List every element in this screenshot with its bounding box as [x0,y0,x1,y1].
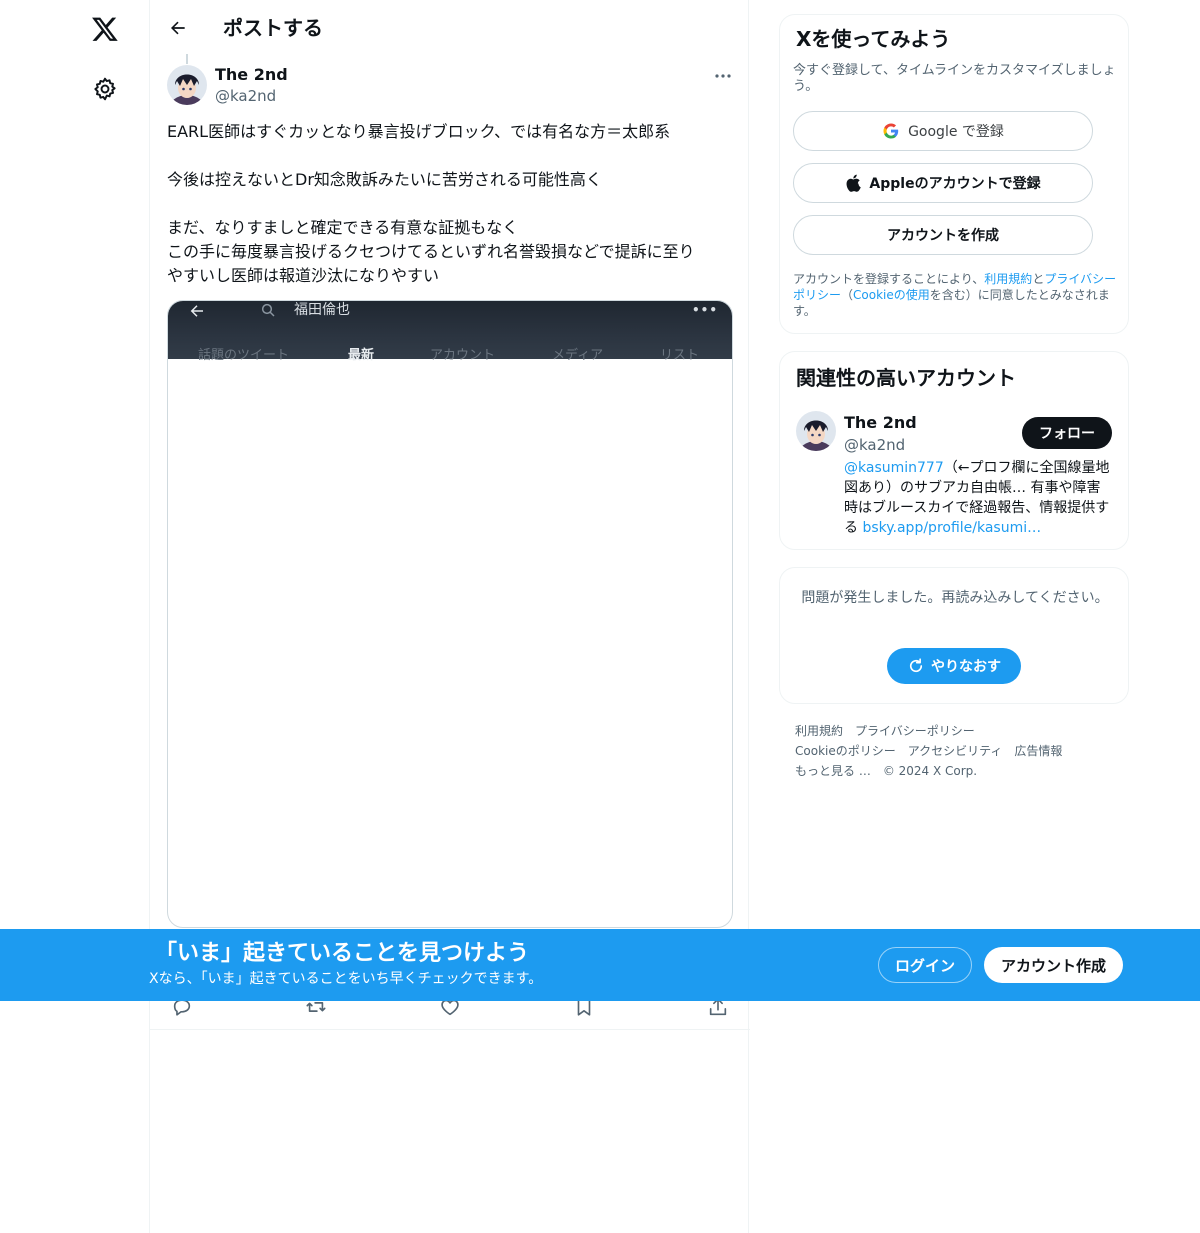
media-tabs: 話題のツイート 最新 アカウント メディア リスト [168,347,732,361]
related-accounts-card: 関連性の高いアカウント The 2nd @ka2nd フォロー @kasumin… [779,351,1129,550]
settings-gear-icon[interactable] [92,76,118,102]
media-tab: アカウント [430,348,496,361]
signup-title: Xを使ってみよう [796,27,951,51]
login-button[interactable]: ログイン [878,947,972,983]
bio-bsky-link[interactable]: bsky.app/profile/kasumi… [862,520,1041,536]
banner-subtitle: Xなら、「いま」起きていることをいち早くチェックできます。 [149,971,543,987]
terms-paren: （ [841,288,854,302]
x-logo-icon[interactable] [88,12,122,46]
media-tab-active: 最新 [348,348,375,361]
related-account-bio: @kasumin777（←プロフ欄に全国線量地図あり）のサブアカ自由帳… 有事や… [844,458,1114,538]
post-media-image[interactable]: 福田倫也 ••• 話題のツイート 最新 アカウント メディア リスト [167,300,733,928]
post-line: 今後は控えないとDr知念敗訴みたいに苦労される可能性高く [167,170,602,189]
refresh-icon [909,658,923,673]
author-name[interactable]: The 2nd [215,64,288,86]
banner-title: 「いま」起きていることを見つけよう [155,941,530,966]
related-account-avatar[interactable] [796,411,836,451]
footer-link-more[interactable]: もっと見る … [795,764,871,778]
media-tab: リスト [660,348,700,361]
author-avatar[interactable] [167,65,207,105]
post-line: まだ、なりすましと確定できる有意な証拠もなく [167,218,519,237]
login-banner: 「いま」起きていることを見つけよう Xなら、「いま」起きていることをいち早くチェ… [0,929,1200,1001]
post-text: EARL医師はすぐカッとなり暴言投げブロック、では有名な方＝太郎系 今後は控えな… [167,120,737,288]
media-tab: メディア [552,348,604,361]
apple-signup-button[interactable]: Appleのアカウントで登録 [793,163,1093,203]
bio-mention-link[interactable]: @kasumin777 [844,460,944,476]
error-message: 問題が発生しました。再読み込みしてください。 [801,590,1109,606]
related-account-handle: @ka2nd [844,436,906,454]
signup-card: Xを使ってみよう 今すぐ登録して、タイムラインをカスタマイズしましょう。 Goo… [779,14,1129,334]
author-handle: @ka2nd [215,87,277,105]
back-arrow-icon[interactable] [164,14,192,42]
footer-link-terms[interactable]: 利用規約 [795,724,843,738]
google-signup-label: Google で登録 [908,124,1004,140]
create-account-button[interactable]: アカウントを作成 [793,215,1093,255]
apple-logo-icon [845,174,862,192]
post-line: この手に毎度暴言投げるクセつけてるといずれ名誉毀損などで提訴に至り [167,242,695,261]
post-actions-bar [150,996,750,1030]
more-options-icon[interactable] [710,66,736,86]
retry-label: やりなおす [931,659,1001,675]
follow-button[interactable]: フォロー [1022,417,1112,449]
retry-button[interactable]: やりなおす [887,648,1021,684]
terms-prefix: アカウントを登録することにより、 [793,272,985,286]
footer-links: 利用規約 プライバシーポリシー Cookieのポリシー アクセシビリティ 広告情報 も… [795,721,1125,781]
apple-signup-label: Appleのアカウントで登録 [869,176,1041,192]
post-line: やすいし医師は報道沙汰になりやすい [167,266,440,285]
footer-link-ads[interactable]: 広告情報 [1014,744,1062,758]
thread-line [186,54,188,64]
related-accounts-title: 関連性の高いアカウント [796,366,1016,390]
page-title: ポストする [223,16,323,40]
media-search-query: 福田倫也 [294,302,350,318]
terms-and: と [1032,272,1045,286]
trends-error-card: 問題が発生しました。再読み込みしてください。 やりなおす [779,567,1129,704]
footer-link-privacy[interactable]: プライバシーポリシー [855,724,975,738]
terms-notice: アカウントを登録することにより、利用規約とプライバシーポリシー（Cookieの使… [793,271,1123,319]
footer-copyright: © 2024 X Corp. [882,764,978,778]
google-logo-icon [882,122,900,140]
main-header: ポストする [150,0,750,56]
media-more-icon: ••• [692,303,719,317]
related-account-name[interactable]: The 2nd [844,412,917,434]
post-line: EARL医師はすぐカッとなり暴言投げブロック、では有名な方＝太郎系 [167,122,671,141]
google-signup-button[interactable]: Google で登録 [793,111,1093,151]
footer-link-accessibility[interactable]: アクセシビリティ [908,744,1003,758]
media-screenshot-header: 福田倫也 ••• 話題のツイート 最新 アカウント メディア リスト [168,301,732,361]
cookie-link[interactable]: Cookieの使用 [853,288,930,302]
footer-link-cookie[interactable]: Cookieのポリシー [795,744,896,758]
media-back-arrow-icon [190,305,203,317]
terms-link[interactable]: 利用規約 [984,272,1032,286]
media-tab: 話題のツイート [198,348,290,361]
banner-signup-button[interactable]: アカウント作成 [984,947,1123,983]
left-nav [0,0,150,1233]
main-column: ポストする The 2nd @ka2nd EARL医師はすぐカッとなり暴言投げブ… [149,0,750,1233]
signup-description: 今すぐ登録して、タイムラインをカスタマイズしましょう。 [793,63,1116,94]
media-search-icon [261,303,275,317]
